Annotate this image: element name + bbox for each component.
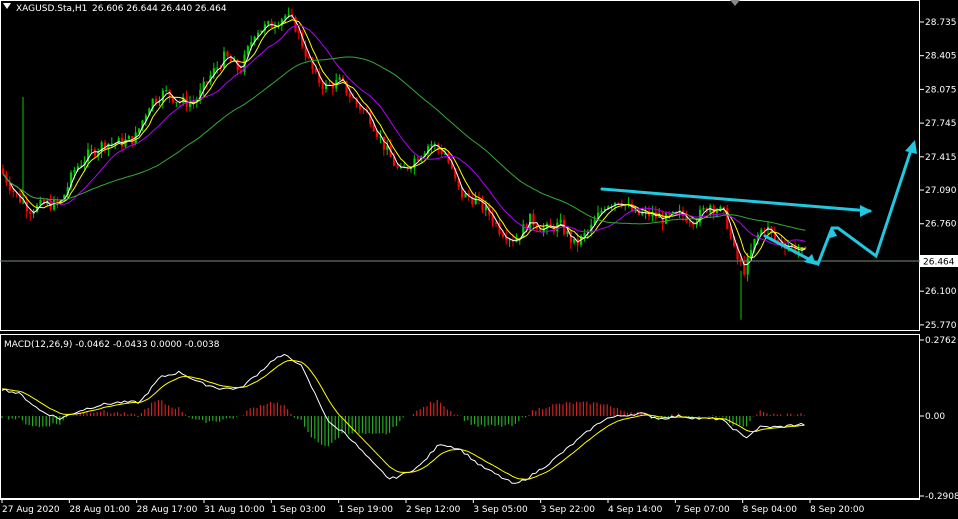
candle-body: [362, 109, 365, 111]
candle-body: [474, 197, 477, 205]
time-tick-label: 3 Sep 05:00: [473, 505, 528, 515]
candle-body: [529, 213, 532, 231]
time-tick-label: 28 Aug 01:00: [69, 505, 130, 515]
price-tick-label: 26.100: [925, 287, 957, 297]
candle-body: [501, 233, 504, 237]
time-tick-label: 7 Sep 07:00: [675, 505, 730, 515]
candle-body: [297, 31, 300, 33]
candle-body: [216, 67, 219, 69]
candle-body: [246, 46, 249, 55]
time-tick-label: 4 Sep 14:00: [608, 505, 663, 515]
time-tick-label: 31 Aug 10:00: [204, 505, 265, 515]
candle-body: [206, 81, 209, 83]
candle-body: [722, 206, 725, 208]
candle-body: [226, 51, 229, 57]
macd-header: MACD(12,26,9) -0.0462 -0.0433 0.0000 -0.…: [4, 340, 220, 350]
candle-body: [495, 222, 498, 224]
time-tick-label: 3 Sep 22:00: [541, 505, 596, 515]
candle-body: [287, 14, 290, 16]
candle-body: [382, 136, 385, 150]
price-tick-label: 27.745: [925, 119, 957, 129]
candle-body: [532, 213, 535, 226]
price-tick-label: 27.090: [925, 186, 957, 196]
candle-body: [110, 143, 113, 145]
candle-body: [161, 90, 164, 102]
candle-body: [396, 165, 399, 168]
candle-body: [688, 221, 691, 223]
candle-body: [328, 83, 331, 85]
ohlc-header: 26.606 26.644 26.440 26.464: [92, 4, 227, 14]
time-tick-label: 27 Aug 2020: [2, 505, 60, 515]
macd-tick-label: 0.00: [925, 412, 945, 422]
macd-tick-label: 0.2762: [925, 336, 957, 346]
candle-body: [12, 190, 15, 193]
chart-canvas: 28.735 28.405 28.075 27.745 27.415 27.090 26.7…: [0, 0, 958, 515]
candle-body: [53, 199, 56, 210]
candle-body: [777, 239, 780, 241]
price-tick-label: 26.760: [925, 220, 957, 230]
time-tick-label: 1 Sep 19:00: [339, 505, 394, 515]
time-tick-label: 8 Sep 04:00: [743, 505, 798, 515]
candle-body: [665, 213, 668, 224]
candle-body: [559, 219, 562, 223]
candle-body: [321, 82, 324, 90]
candle-body: [29, 211, 32, 215]
symbol-header: XAGUSD.Sta,H1: [16, 4, 87, 14]
candle-body: [641, 212, 644, 215]
macd-tick-label: -0.2908: [925, 492, 958, 502]
candle-body: [600, 210, 603, 213]
candle-body: [566, 231, 569, 235]
candle-body: [308, 56, 311, 58]
candle-body: [93, 149, 96, 156]
price-pane: [0, 0, 920, 331]
candle-body: [223, 51, 226, 68]
candle-body: [348, 93, 351, 97]
price-tick-label: 28.735: [925, 18, 957, 28]
candle-body: [729, 228, 732, 237]
time-tick-label: 8 Sep 20:00: [810, 505, 865, 515]
candle-body: [90, 149, 93, 151]
candle-body: [165, 90, 168, 92]
candle-body: [175, 102, 178, 104]
candle-body: [716, 210, 719, 213]
time-tick-label: 2 Sep 12:00: [406, 505, 461, 515]
candle-body: [430, 144, 433, 147]
time-tick-label: 1 Sep 03:00: [271, 505, 326, 515]
candle-body: [127, 135, 130, 140]
candle-body: [702, 207, 705, 210]
candle-body: [2, 168, 5, 174]
candle-body: [583, 233, 586, 236]
candle-body: [267, 21, 270, 25]
candle-body: [73, 170, 76, 173]
price-tick-label: 28.405: [925, 52, 957, 62]
candle-body: [746, 257, 749, 275]
current-price-label: 26.464: [923, 258, 955, 268]
candle-body: [617, 202, 620, 204]
candle-body: [39, 199, 42, 205]
time-tick-label: 28 Aug 17:00: [137, 505, 198, 515]
price-tick-label: 28.075: [925, 85, 957, 95]
price-tick-label: 27.415: [925, 153, 957, 163]
candle-body: [416, 158, 419, 161]
candle-body: [338, 77, 341, 80]
price-tick-label: 25.770: [925, 321, 957, 331]
